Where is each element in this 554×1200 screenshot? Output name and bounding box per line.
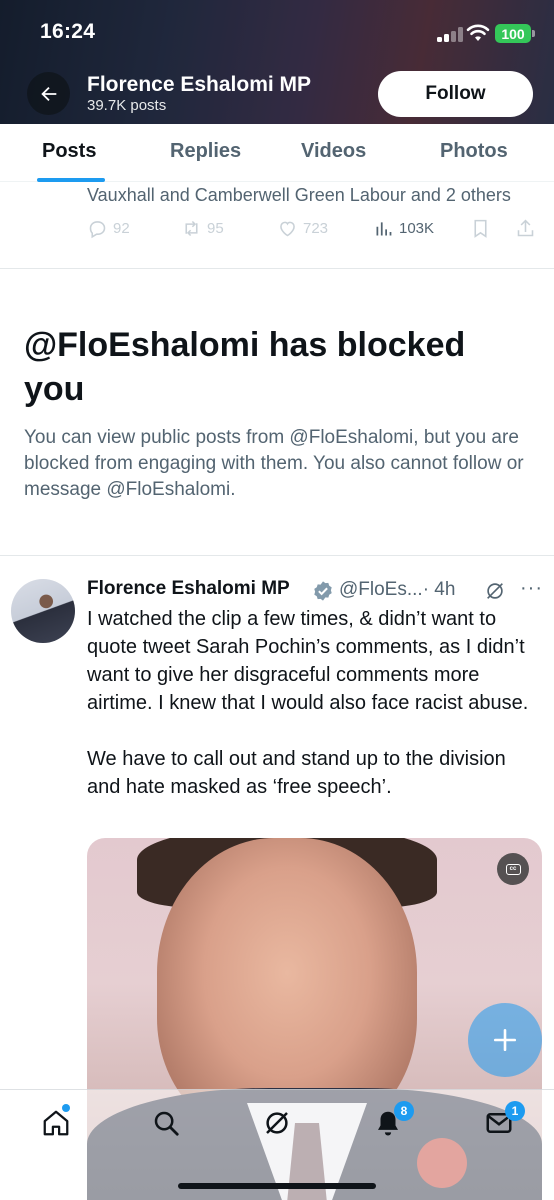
compose-button[interactable]: [468, 1003, 542, 1077]
follow-button[interactable]: Follow: [378, 71, 533, 117]
repost-count: 95: [207, 220, 224, 237]
bookmark-button[interactable]: [470, 218, 491, 239]
views-count: 103K: [399, 220, 435, 237]
closed-captions-icon: cc: [505, 863, 521, 875]
profile-name: Florence Eshalomi MP: [87, 73, 312, 96]
like-icon: [280, 221, 295, 237]
divider: [0, 268, 554, 269]
tab-photos[interactable]: Photos: [440, 140, 508, 163]
compose-icon: [493, 1028, 517, 1052]
reply-count: 92: [113, 220, 130, 237]
handle-text: @FloEs...: [339, 579, 423, 600]
home-notification-dot: [62, 1104, 70, 1112]
wifi-icon: [466, 24, 490, 41]
back-button[interactable]: [27, 72, 70, 115]
tab-videos[interactable]: Videos: [301, 140, 366, 163]
bookmark-icon: [474, 219, 487, 238]
tab-replies[interactable]: Replies: [170, 140, 241, 163]
active-tab-indicator: [37, 178, 105, 182]
social-context[interactable]: Vauxhall and Camberwell Green Labour and…: [87, 185, 511, 206]
views-icon: [376, 222, 392, 236]
verified-icon: [314, 581, 332, 601]
home-icon[interactable]: [41, 1108, 71, 1138]
grok-icon[interactable]: [484, 580, 506, 602]
profile-header-banner: 16:24 100 Florence Eshalomi MP 39.7K pos…: [0, 0, 554, 124]
post-count: 39.7K posts: [87, 97, 167, 114]
like-count: 723: [303, 220, 329, 237]
repost-icon: [185, 220, 198, 237]
tweet-time: · 4h: [422, 579, 456, 600]
tweet-header: Florence Eshalomi MP @FloEs...· 4h ···: [87, 578, 547, 604]
blocked-description: You can view public posts from @FloEshal…: [24, 427, 524, 500]
repost-button[interactable]: 95: [181, 218, 224, 239]
reply-button[interactable]: 92: [87, 218, 130, 239]
views-button[interactable]: 103K: [373, 218, 434, 239]
status-bar: 16:24 100: [0, 0, 554, 66]
tweet-handle[interactable]: @FloEs...· 4h: [339, 579, 455, 601]
profile-tabs: Posts Replies Videos Photos: [0, 124, 554, 182]
tweet-text: I watched the clip a few times, & didn’t…: [87, 608, 529, 798]
status-time: 16:24: [40, 20, 96, 43]
battery-indicator: 100: [495, 24, 535, 43]
closed-captions-button[interactable]: cc: [497, 853, 529, 885]
share-button[interactable]: [515, 218, 536, 239]
grok-nav-icon[interactable]: [262, 1108, 292, 1138]
like-button[interactable]: 723: [277, 218, 328, 239]
share-icon: [517, 219, 534, 237]
tweet-author-name[interactable]: Florence Eshalomi MP: [87, 578, 290, 600]
tweet-actions: 92 95 723 103K: [87, 218, 537, 248]
search-icon[interactable]: [151, 1108, 181, 1138]
back-arrow-icon: [40, 86, 56, 101]
notifications-badge: 8: [394, 1101, 414, 1121]
avatar[interactable]: [11, 579, 75, 643]
cellular-signal-icon: [437, 27, 463, 42]
reply-icon: [89, 221, 106, 239]
more-icon[interactable]: ···: [520, 578, 544, 602]
messages-badge: 1: [505, 1101, 525, 1121]
tab-posts[interactable]: Posts: [42, 140, 96, 163]
home-indicator: [178, 1183, 376, 1189]
divider: [0, 555, 554, 556]
blocked-title: @FloEshalomi has blocked you: [24, 326, 466, 408]
